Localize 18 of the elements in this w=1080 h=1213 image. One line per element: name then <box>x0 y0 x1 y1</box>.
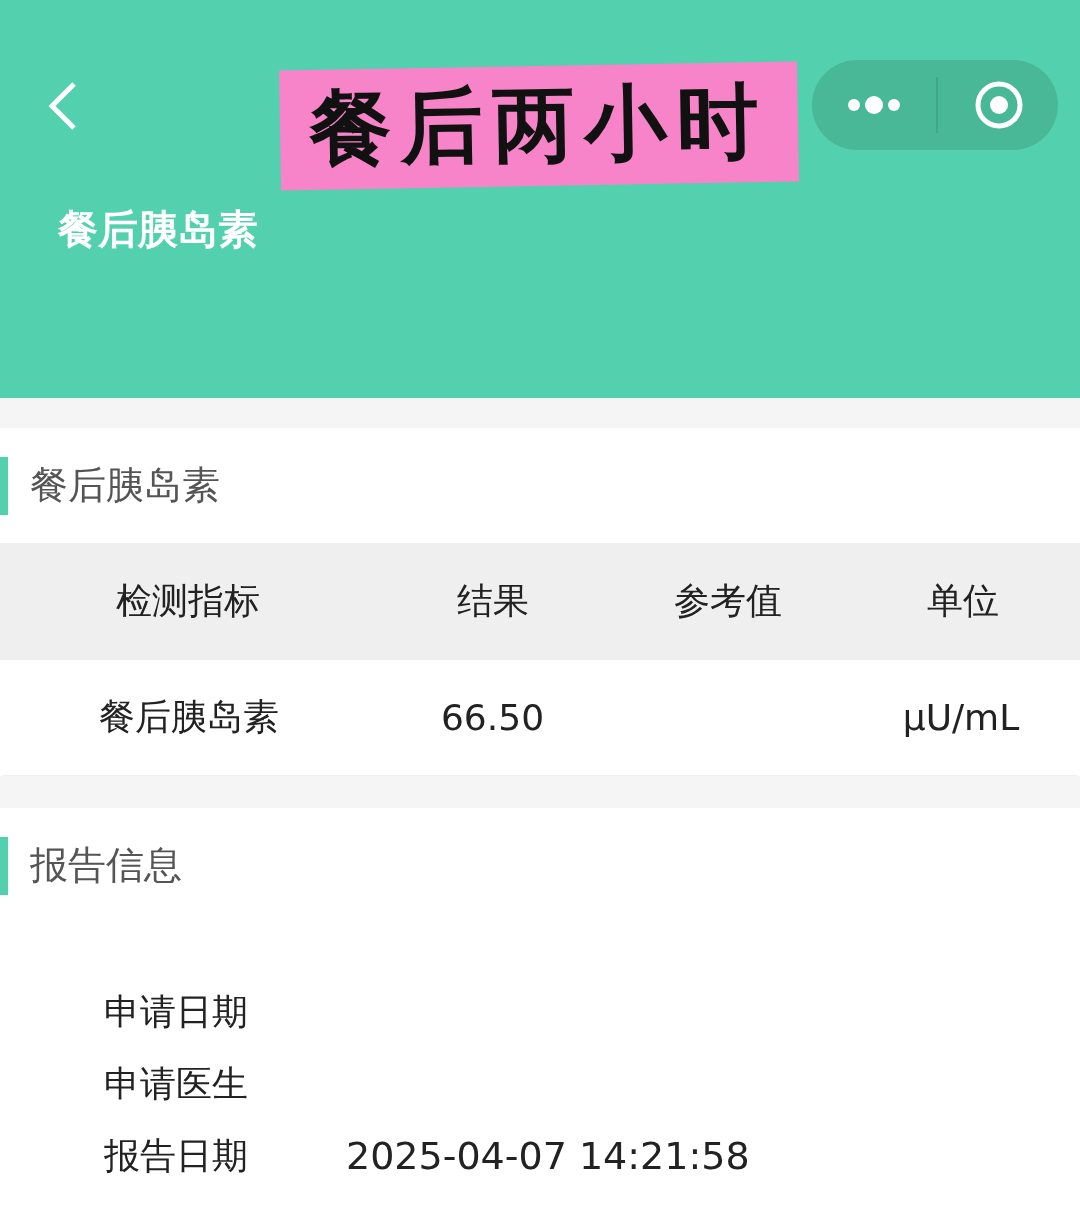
accent-bar <box>0 456 8 515</box>
field-label: 报告日期 <box>104 1133 249 1178</box>
field-label: 申请医生 <box>104 1061 249 1106</box>
section-heading: 餐后胰岛素 <box>30 462 220 509</box>
table-cell-text: 餐后胰岛素 <box>98 695 280 739</box>
field-label: 申请日期 <box>104 989 249 1034</box>
column-header: 检测指标 <box>114 579 261 623</box>
more-icon[interactable] <box>846 95 902 115</box>
column-header: 结果 <box>455 579 530 623</box>
page-title: 餐后胰岛素 <box>58 205 258 254</box>
accent-bar <box>0 836 8 895</box>
field-value: 2025-04-07 14:21:58 <box>346 1134 750 1178</box>
column-header: 参考值 <box>672 579 783 623</box>
section-heading: 报告信息 <box>30 842 182 889</box>
table-cell-text: 66.50 <box>439 697 546 738</box>
sticker-label: 餐后两小时 <box>279 61 799 191</box>
table-cell-text: µU/mL <box>901 697 1021 738</box>
column-header: 单位 <box>925 579 1000 623</box>
